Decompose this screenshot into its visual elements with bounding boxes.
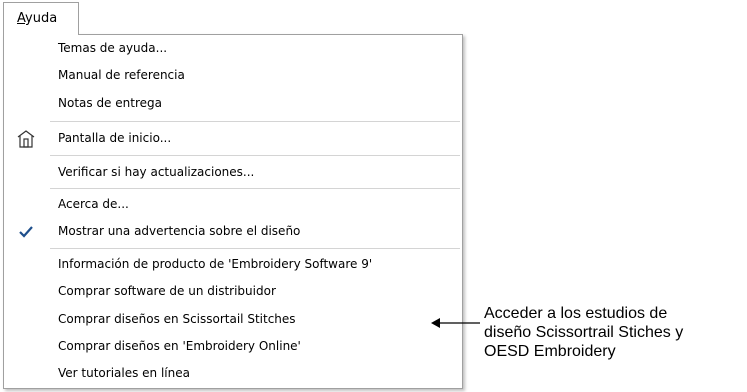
menu-ayuda[interactable]: Ayuda xyxy=(3,2,79,35)
menu-item-label: Comprar diseños en Scissortail Stitches xyxy=(58,312,296,326)
callout-line: diseño Scissortrail Stiches y xyxy=(484,324,684,341)
callout-annotation: Acceder a los estudios de diseño Scissor… xyxy=(484,304,683,361)
menu-item-notas-de-entrega[interactable]: Notas de entrega xyxy=(4,91,462,117)
menu-item-informacion-de-producto[interactable]: Información de producto de 'Embroidery S… xyxy=(4,252,462,278)
home-screen-icon xyxy=(16,129,36,149)
menu-separator xyxy=(50,121,460,122)
menu-item-label: Manual de referencia xyxy=(58,68,185,82)
menu-item-label: Temas de ayuda... xyxy=(58,41,168,55)
ayuda-dropdown-menu: Temas de ayuda... Manual de referencia N… xyxy=(3,34,463,389)
menu-item-label: Comprar software de un distribuidor xyxy=(58,284,276,298)
menu-item-label: Información de producto de 'Embroidery S… xyxy=(58,257,373,271)
menu-separator xyxy=(50,188,460,189)
menu-item-ver-tutoriales[interactable]: Ver tutoriales en línea xyxy=(4,361,462,387)
menu-item-comprar-software-distribuidor[interactable]: Comprar software de un distribuidor xyxy=(4,279,462,305)
checkmark-icon xyxy=(16,222,36,242)
left-arrow-icon xyxy=(430,315,482,335)
menu-item-verificar-actualizaciones[interactable]: Verificar si hay actualizaciones... xyxy=(4,160,462,186)
menu-separator xyxy=(50,155,460,156)
menu-item-label: Notas de entrega xyxy=(58,96,162,110)
menu-item-comprar-disenos-embroidery-online[interactable]: Comprar diseños en 'Embroidery Online' xyxy=(4,334,462,360)
menu-separator xyxy=(50,248,460,249)
menu-item-label: Verificar si hay actualizaciones... xyxy=(58,165,255,179)
menu-item-mostrar-advertencia[interactable]: Mostrar una advertencia sobre el diseño xyxy=(4,219,462,245)
menu-item-label: Acerca de... xyxy=(58,197,129,211)
menu-item-label: Comprar diseños en 'Embroidery Online' xyxy=(58,339,301,353)
menu-ayuda-label: Ayuda xyxy=(17,11,58,26)
menu-item-comprar-disenos-scissortail[interactable]: Comprar diseños en Scissortail Stitches xyxy=(4,307,462,333)
callout-line: OESD Embroidery xyxy=(484,343,616,360)
menu-item-label: Pantalla de inicio... xyxy=(58,131,172,145)
menu-item-pantalla-de-inicio[interactable]: Pantalla de inicio... xyxy=(4,126,462,152)
menu-item-label: Mostrar una advertencia sobre el diseño xyxy=(58,224,301,238)
menu-item-temas-de-ayuda[interactable]: Temas de ayuda... xyxy=(4,36,462,62)
menu-item-label: Ver tutoriales en línea xyxy=(58,366,190,380)
menu-item-manual-de-referencia[interactable]: Manual de referencia xyxy=(4,63,462,89)
callout-line: Acceder a los estudios de xyxy=(484,305,668,322)
menu-item-acerca-de[interactable]: Acerca de... xyxy=(4,192,462,218)
